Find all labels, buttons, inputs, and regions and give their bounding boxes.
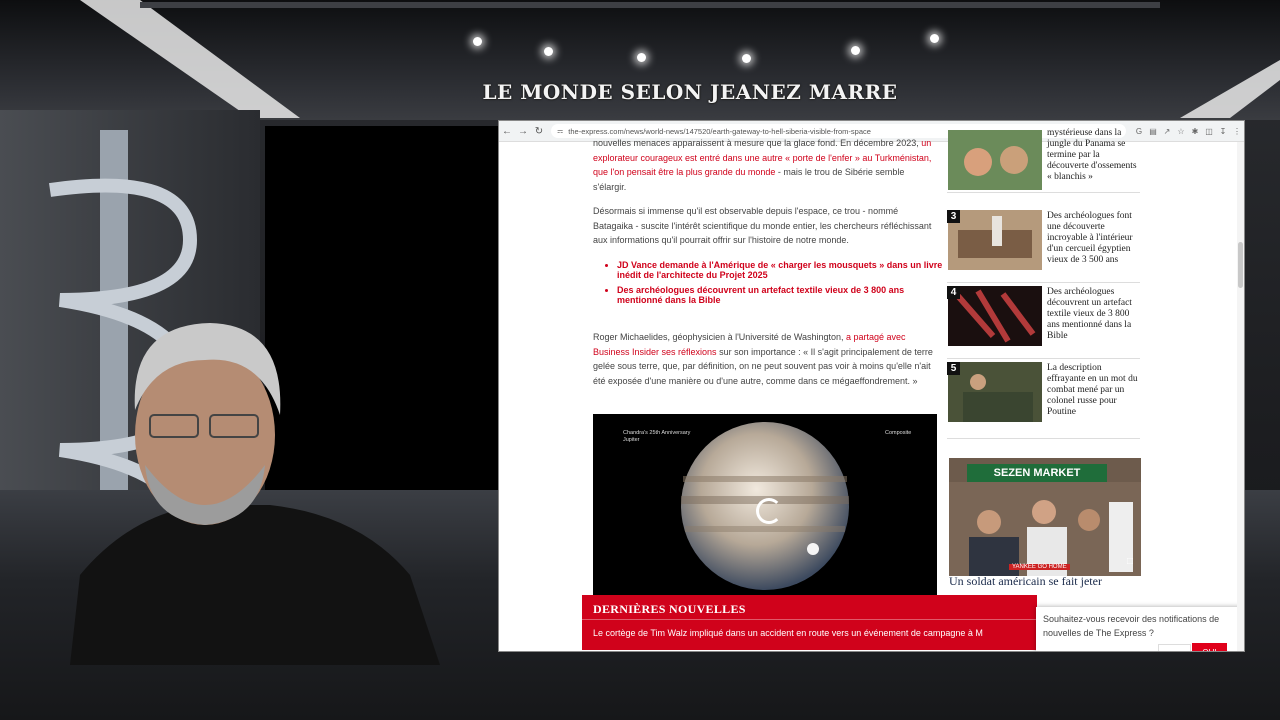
story-thumbnail bbox=[948, 210, 1042, 270]
side-story-title[interactable]: Un soldat américain se fait jeter bbox=[949, 574, 1149, 588]
lock-icon[interactable]: ⚎ bbox=[557, 127, 563, 135]
browser-window: ← → ↻ ⚎ the-express.com/news/world-news/… bbox=[498, 120, 1245, 652]
notification-prompt: Souhaitez-vous recevoir des notification… bbox=[1036, 607, 1243, 651]
breaking-news-bar[interactable]: DERNIÈRES NOUVELLES Le cortège de Tim Wa… bbox=[582, 595, 1037, 650]
web-page: nouvelles menaces apparaissent à mesure … bbox=[499, 128, 1244, 651]
market-sign: SEZEN MARKET bbox=[967, 464, 1107, 482]
paragraph-text: nouvelles menaces apparaissent à mesure … bbox=[593, 138, 922, 148]
story-thumbnail bbox=[948, 130, 1042, 190]
breaking-news-title: DERNIÈRES NOUVELLES bbox=[593, 602, 746, 616]
menu-icon[interactable]: ⋮ bbox=[1230, 127, 1244, 136]
ranked-story[interactable]: 5 La description effrayante en un mot du… bbox=[947, 360, 1140, 439]
article-paragraph: nouvelles menaces apparaissent à mesure … bbox=[593, 136, 938, 194]
ranked-story-title[interactable]: La description effrayante en un mot du c… bbox=[1047, 363, 1140, 418]
article-paragraph: Roger Michaelides, géophysicien à l'Univ… bbox=[593, 330, 935, 388]
accept-button[interactable]: OUI bbox=[1192, 643, 1227, 651]
forward-icon[interactable]: → bbox=[515, 126, 531, 137]
related-links: JD Vance demande à l'Amérique de « charg… bbox=[603, 260, 947, 310]
related-link[interactable]: Des archéologues découvrent un artefact … bbox=[617, 285, 947, 305]
paragraph-text: Roger Michaelides, géophysicien à l'Univ… bbox=[593, 332, 847, 342]
ranked-story[interactable]: 4 Des archéologues découvrent un artefac… bbox=[947, 284, 1140, 359]
ranked-story-title[interactable]: Des archéologues font une découverte inc… bbox=[1047, 211, 1140, 266]
story-thumbnail bbox=[948, 286, 1042, 346]
breaking-news-text[interactable]: Le cortège de Tim Walz impliqué dans un … bbox=[593, 628, 983, 638]
divider bbox=[582, 619, 1037, 620]
rank-number: 4 bbox=[947, 286, 960, 299]
article-paragraph: Désormais si immense qu'il est observabl… bbox=[593, 206, 932, 245]
article-video[interactable]: Chandra's 25th Anniversary Jupiter Compo… bbox=[593, 414, 937, 599]
presenter-person bbox=[70, 323, 440, 665]
loading-spinner-icon bbox=[756, 498, 782, 524]
side-story-image[interactable]: SEZEN MARKET YANKEE GO HOME □ bbox=[949, 458, 1141, 576]
share-icon[interactable]: ↗ bbox=[1160, 127, 1174, 136]
crowd-photo bbox=[949, 482, 1141, 576]
url-text[interactable]: the-express.com/news/world-news/147520/e… bbox=[568, 127, 871, 136]
show-title: LE MONDE SELON JEANEZ MARRE bbox=[482, 80, 898, 104]
star-icon[interactable]: ☆ bbox=[1174, 127, 1188, 136]
ranked-story[interactable]: 3 Des archéologues font une découverte i… bbox=[947, 206, 1140, 283]
scrollbar[interactable] bbox=[1237, 142, 1244, 651]
scrollbar-thumb[interactable] bbox=[1238, 242, 1243, 288]
ranked-story-title[interactable]: Des archéologues découvrent un artefact … bbox=[1047, 287, 1140, 342]
protest-banner: YANKEE GO HOME bbox=[1009, 564, 1070, 570]
extensions-icon[interactable]: ✱ bbox=[1188, 127, 1202, 136]
related-link[interactable]: JD Vance demande à l'Amérique de « charg… bbox=[617, 260, 947, 280]
sidebar-icon[interactable]: ◫ bbox=[1202, 127, 1216, 136]
story-thumbnail bbox=[948, 362, 1042, 422]
bookmark-icon[interactable]: □ bbox=[1127, 556, 1133, 567]
back-icon[interactable]: ← bbox=[499, 126, 515, 137]
ranked-story[interactable]: mystérieuse dans la jungle du Panama se … bbox=[947, 121, 1140, 193]
decline-button[interactable]: NON bbox=[1158, 644, 1191, 651]
translate-icon[interactable]: ▤ bbox=[1146, 127, 1160, 136]
ranked-story-title[interactable]: mystérieuse dans la jungle du Panama se … bbox=[1047, 128, 1140, 183]
reload-icon[interactable]: ↻ bbox=[531, 126, 547, 137]
notification-text: Souhaitez-vous recevoir des notification… bbox=[1043, 614, 1220, 638]
rank-number: 3 bbox=[947, 210, 960, 223]
rank-number: 5 bbox=[947, 362, 960, 375]
download-icon[interactable]: ↧ bbox=[1216, 127, 1230, 136]
